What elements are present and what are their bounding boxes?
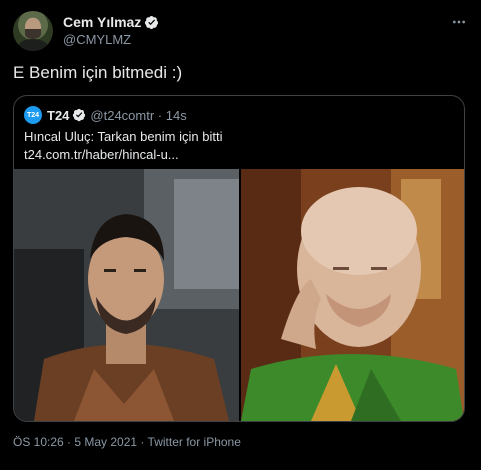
- quote-link[interactable]: t24.com.tr/haber/hincal-u...: [24, 147, 179, 162]
- photo-man-in-car[interactable]: [14, 169, 239, 421]
- author-name-row: Cem Yılmaz: [63, 14, 159, 30]
- tweet: Cem Yılmaz @CMYLMZ E Benim için bitmedi …: [0, 0, 481, 470]
- quote-avatar-t24-logo: T24: [24, 106, 42, 124]
- photo-elderly-man-green-scarf[interactable]: [241, 169, 464, 421]
- quoted-tweet[interactable]: T24 T24 @t24comtr · 14s Hıncal Uluç: Tar…: [13, 95, 465, 422]
- avatar-body: [18, 39, 48, 51]
- verified-badge-icon: [145, 15, 159, 29]
- quote-text: Hıncal Uluç: Tarkan benim için bitti: [24, 129, 223, 144]
- more-horizontal-icon[interactable]: [451, 14, 467, 30]
- quote-media: [14, 169, 464, 421]
- quote-handle-time: @t24comtr · 14s: [90, 107, 187, 123]
- avatar-beard: [25, 29, 41, 39]
- tweet-timestamp[interactable]: ÖS 10:26 · 5 May 2021 · Twitter for iPho…: [13, 435, 241, 449]
- quote-header: T24 T24 @t24comtr · 14s: [24, 106, 187, 124]
- quote-display-name: T24: [47, 107, 70, 123]
- tweet-text: E Benim için bitmedi :): [13, 63, 183, 82]
- author-handle[interactable]: @CMYLMZ: [63, 32, 131, 47]
- author-display-name[interactable]: Cem Yılmaz: [63, 14, 141, 30]
- avatar[interactable]: [13, 11, 53, 51]
- quote-verified-badge-icon: [73, 108, 86, 122]
